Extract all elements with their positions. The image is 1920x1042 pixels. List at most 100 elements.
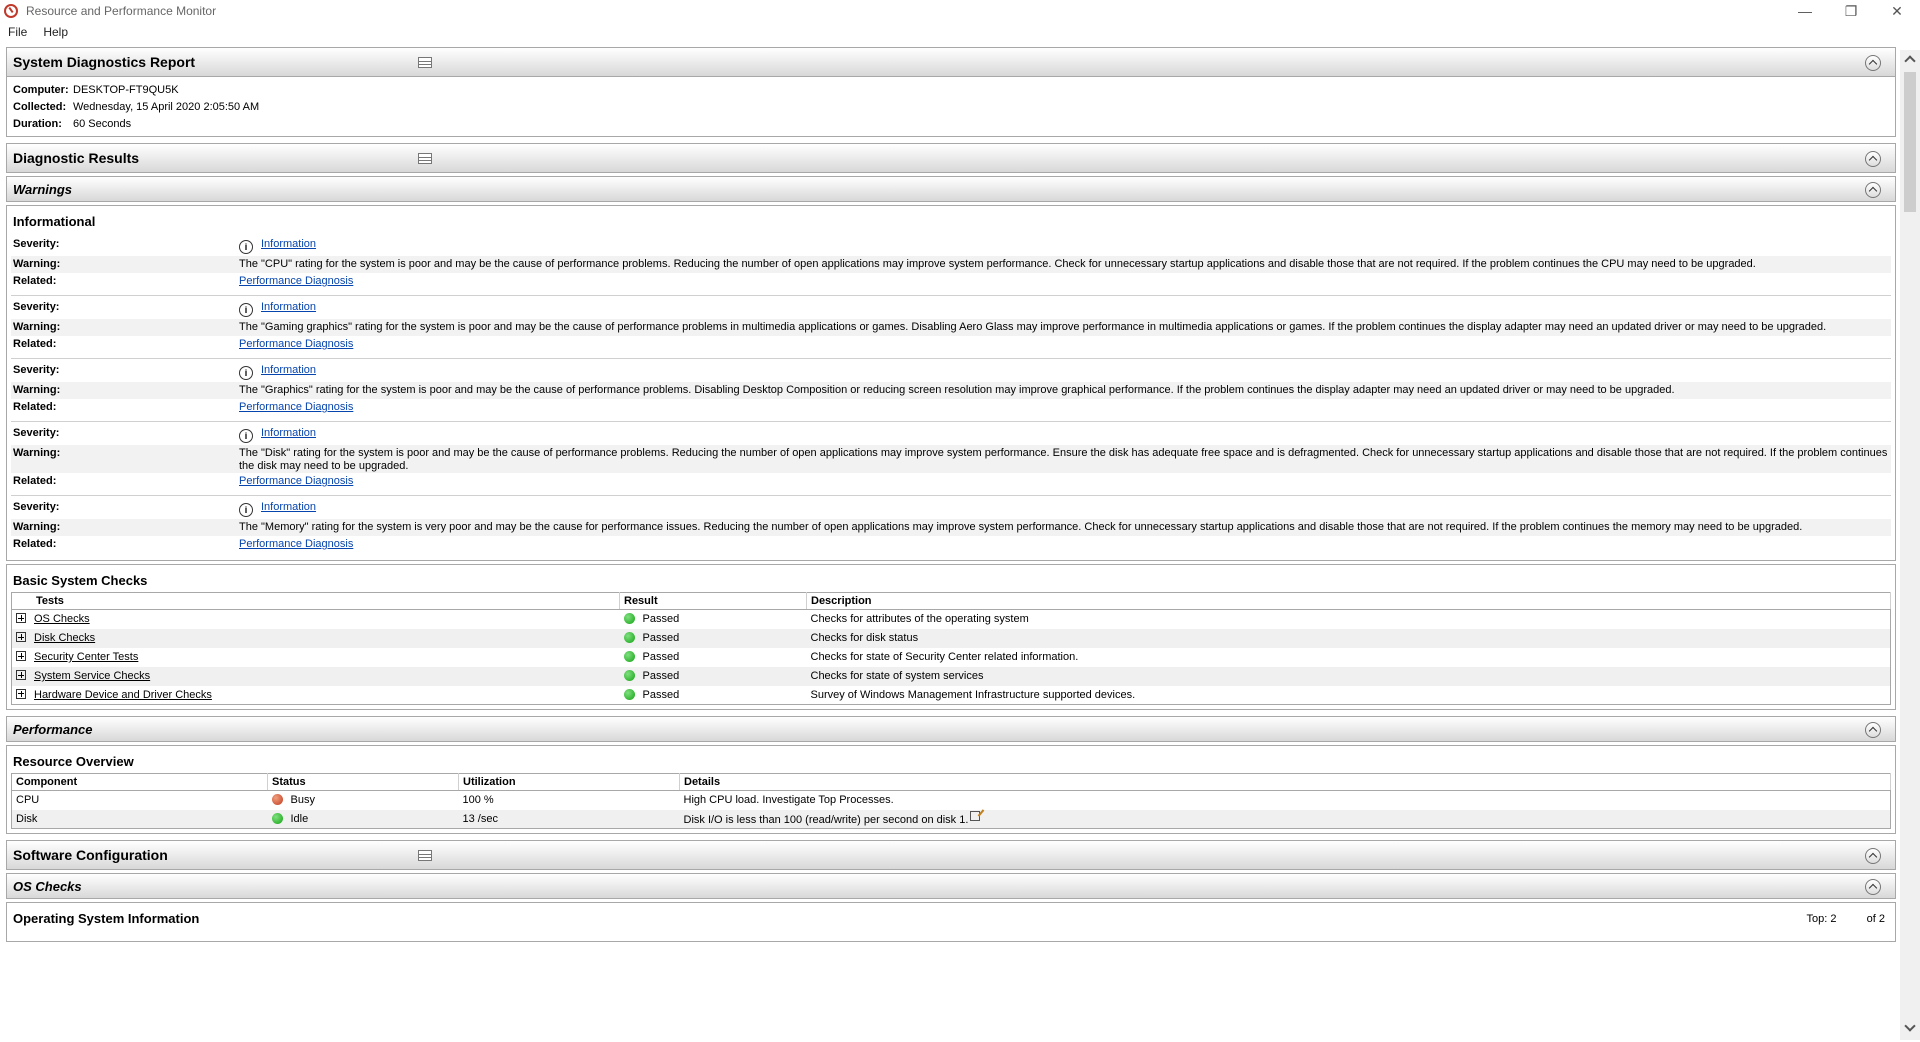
passed-status-icon [623, 632, 635, 643]
basic-checks-table: Tests Result Description OS Checks Passed… [11, 592, 1891, 705]
related-row: Related: Performance Diagnosis [11, 536, 1891, 553]
table-row: CPU Busy 100 % High CPU load. Investigate T… [12, 791, 1891, 810]
close-button[interactable]: ✕ [1874, 0, 1920, 22]
component-value: CPU [16, 794, 40, 807]
description-value: Checks for state of system services [806, 666, 1891, 686]
resource-overview-title: Resource Overview [13, 754, 134, 769]
test-link[interactable]: Disk Checks [34, 632, 95, 644]
menu-help[interactable]: Help [35, 25, 76, 39]
minimize-button[interactable]: — [1782, 0, 1828, 22]
warning-row: Warning: The "Graphics" rating for the sy… [11, 382, 1891, 399]
collected-value: Wednesday, 15 April 2020 2:05:50 AM [73, 100, 260, 113]
collapse-button[interactable] [1865, 722, 1881, 738]
warning-row: Warning: The "Disk" rating for the system… [11, 445, 1891, 473]
result-value: Passed [642, 632, 680, 644]
warning-row: Warning: The "CPU" rating for the system … [11, 256, 1891, 273]
window-title: Resource and Performance Monitor [26, 4, 217, 18]
severity-link[interactable]: Information [261, 301, 316, 313]
performance-diagnosis-link[interactable]: Performance Diagnosis [239, 275, 353, 287]
warning-label: Warning: [13, 521, 61, 533]
column-result[interactable]: Result [619, 592, 807, 610]
status-value: Busy [290, 794, 315, 807]
test-link[interactable]: OS Checks [34, 613, 90, 625]
edit-note-icon[interactable] [970, 811, 981, 822]
resource-monitor-icon [4, 4, 18, 18]
table-view-icon[interactable] [418, 850, 432, 861]
table-view-icon[interactable] [418, 153, 432, 164]
column-tests[interactable]: Tests [11, 592, 620, 610]
severity-link[interactable]: Information [261, 364, 316, 376]
severity-row: Severity: i Information [11, 236, 1891, 254]
related-label: Related: [13, 275, 57, 287]
section-performance: Performance [6, 716, 1896, 742]
vertical-scrollbar[interactable] [1900, 50, 1920, 1040]
section-os-checks: OS Checks [6, 873, 1896, 899]
table-view-icon[interactable] [418, 57, 432, 68]
severity-row: Severity: i Information [11, 425, 1891, 443]
restore-button[interactable]: ❐ [1828, 0, 1874, 22]
related-row: Related: Performance Diagnosis [11, 399, 1891, 416]
result-value: Passed [642, 688, 680, 701]
performance-diagnosis-link[interactable]: Performance Diagnosis [239, 338, 353, 350]
severity-link[interactable]: Information [261, 501, 316, 513]
os-information-panel: Operating System Information Top: 2 of 2 [6, 902, 1896, 942]
column-description[interactable]: Description [806, 592, 1891, 610]
warning-text: The "CPU" rating for the system is poor … [239, 258, 1756, 270]
warning-text: The "Graphics" rating for the system is … [239, 384, 1675, 396]
information-icon: i [239, 429, 253, 443]
collected-label: Collected: [13, 100, 67, 113]
expand-icon[interactable] [16, 688, 26, 699]
section-warnings: Warnings [6, 176, 1896, 202]
warning-row: Warning: The "Memory" rating for the syst… [11, 519, 1891, 536]
column-utilization[interactable]: Utilization [458, 773, 680, 791]
performance-diagnosis-link[interactable]: Performance Diagnosis [239, 475, 353, 487]
computer-label: Computer: [13, 83, 69, 96]
severity-label: Severity: [13, 427, 60, 439]
column-component[interactable]: Component [11, 773, 268, 791]
expand-icon[interactable] [16, 613, 26, 624]
basic-checks-title: Basic System Checks [13, 573, 148, 588]
status-value: Idle [290, 812, 309, 825]
information-icon: i [239, 503, 253, 517]
performance-diagnosis-link[interactable]: Performance Diagnosis [239, 401, 353, 413]
severity-link[interactable]: Information [261, 238, 316, 250]
title-bar: Resource and Performance Monitor — ❐ ✕ [0, 0, 1920, 22]
scroll-thumb[interactable] [1904, 72, 1916, 212]
related-label: Related: [13, 538, 57, 550]
expand-icon[interactable] [16, 632, 26, 642]
table-row: Security Center Tests Passed Checks for st… [12, 648, 1891, 667]
severity-label: Severity: [13, 364, 60, 376]
related-row: Related: Performance Diagnosis [11, 336, 1891, 353]
os-information-title: Operating System Information [13, 911, 200, 926]
collapse-button[interactable] [1865, 879, 1881, 895]
information-icon: i [239, 303, 253, 317]
passed-status-icon [623, 613, 635, 625]
menu-file[interactable]: File [0, 25, 35, 39]
top-count[interactable]: Top: 2 [1807, 913, 1837, 925]
warning-text: The "Disk" rating for the system is poor… [239, 447, 1888, 472]
collapse-button[interactable] [1865, 151, 1881, 167]
collapse-button[interactable] [1865, 55, 1881, 71]
warning-item: Severity: i Information Warning: The "Memory… [11, 496, 1891, 558]
scroll-up-icon[interactable] [1904, 54, 1916, 66]
performance-diagnosis-link[interactable]: Performance Diagnosis [239, 538, 353, 550]
table-row: Hardware Device and Driver Checks Passed S… [12, 686, 1891, 705]
expand-icon[interactable] [16, 670, 26, 680]
section-title: Software Configuration [13, 847, 168, 863]
test-link[interactable]: Security Center Tests [34, 651, 138, 663]
expand-icon[interactable] [16, 651, 26, 661]
severity-link[interactable]: Information [261, 427, 316, 439]
warning-label: Warning: [13, 258, 61, 270]
collapse-button[interactable] [1865, 182, 1881, 198]
related-row: Related: Performance Diagnosis [11, 273, 1891, 290]
warning-item: Severity: i Information Warning: The "Gaming… [11, 296, 1891, 359]
test-link[interactable]: Hardware Device and Driver Checks [34, 689, 212, 701]
scroll-down-icon[interactable] [1904, 1022, 1916, 1034]
description-value: Checks for attributes of the operating s… [810, 613, 1029, 626]
section-title: Warnings [13, 181, 72, 197]
column-details[interactable]: Details [679, 773, 1891, 791]
total-count: of 2 [1866, 913, 1885, 925]
collapse-button[interactable] [1865, 848, 1881, 864]
test-link[interactable]: System Service Checks [34, 670, 150, 682]
column-status[interactable]: Status [267, 773, 459, 791]
